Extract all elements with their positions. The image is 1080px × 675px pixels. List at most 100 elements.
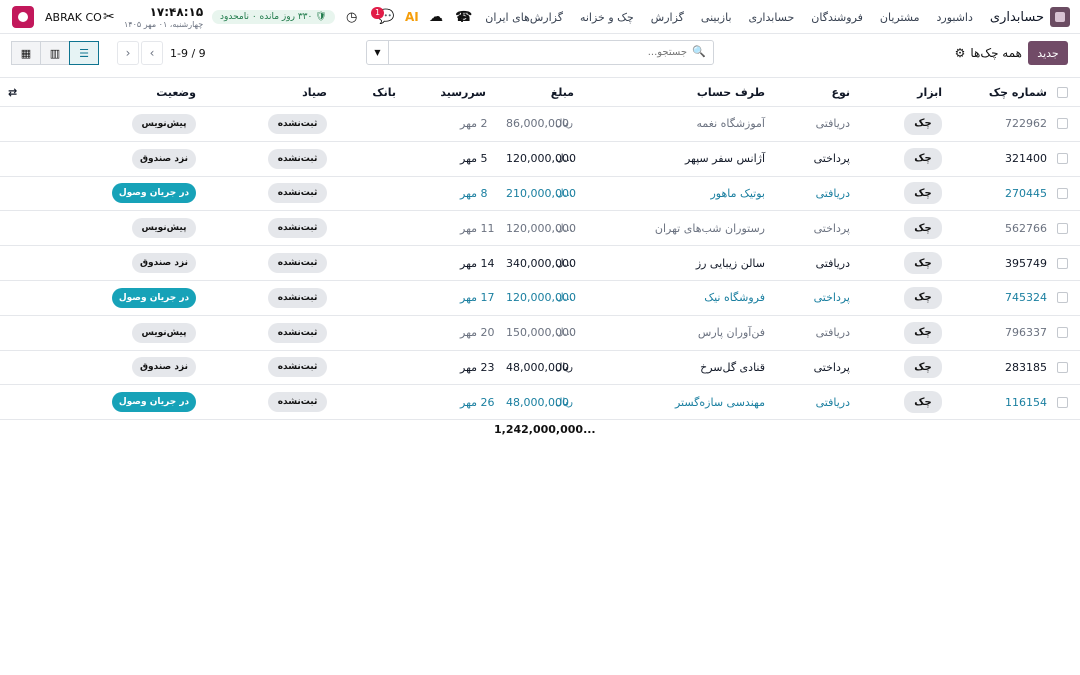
status-badge[interactable]: در جریان وصول xyxy=(112,287,196,308)
search-input[interactable] xyxy=(397,43,687,62)
cheque-number: 796337 xyxy=(1005,326,1047,340)
menu-item-reports[interactable]: گزارش xyxy=(651,11,684,24)
menu-item-dashboard[interactable]: داشبورد xyxy=(937,11,973,24)
row-checkbox[interactable] xyxy=(1057,257,1068,269)
sayad-status-badge[interactable]: ثبت‌نشده xyxy=(268,322,327,343)
list-view-button[interactable]: ☰ xyxy=(69,41,99,65)
pager-value[interactable]: 1-9 / 9 xyxy=(170,41,206,65)
row-select-cell[interactable] xyxy=(1057,246,1068,280)
sayad-status-badge[interactable]: ثبت‌نشده xyxy=(268,218,327,239)
counterparty: مهندسی سازه‌گستر xyxy=(674,395,765,409)
select-all-checkbox[interactable] xyxy=(1057,86,1068,98)
company-logo[interactable] xyxy=(12,0,34,34)
sayad-status-badge[interactable]: ثبت‌نشده xyxy=(268,113,327,134)
menu-item-accounting[interactable]: حسابداری xyxy=(749,11,795,24)
timer-icon[interactable]: ◷ xyxy=(346,0,357,34)
row-checkbox[interactable] xyxy=(1057,327,1068,339)
row-select-cell[interactable] xyxy=(1057,211,1068,245)
row-checkbox[interactable] xyxy=(1057,153,1068,165)
cheque-tool-button[interactable]: چک xyxy=(904,217,942,240)
status-badge[interactable]: نزد صندوق xyxy=(132,148,196,169)
table-row[interactable]: 270445 چک دریافتی بوتیک ماهور ...ل 210,0… xyxy=(0,177,1080,212)
new-button[interactable]: جدید xyxy=(1028,41,1068,65)
col-due[interactable]: سررسید xyxy=(440,78,486,106)
col-status[interactable]: وضعیت xyxy=(156,78,196,106)
col-amount[interactable]: مبلغ xyxy=(551,78,574,106)
row-select-cell[interactable] xyxy=(1057,107,1068,141)
sayad-status-badge[interactable]: ثبت‌نشده xyxy=(268,183,327,204)
row-checkbox[interactable] xyxy=(1057,187,1068,199)
row-checkbox[interactable] xyxy=(1057,396,1068,408)
status-badge[interactable]: در جریان وصول xyxy=(112,183,196,204)
app-grid-icon[interactable] xyxy=(1050,7,1070,27)
pager-next-button[interactable]: › xyxy=(141,41,163,65)
menu-item-customers[interactable]: مشتریان xyxy=(880,11,920,24)
table-row[interactable]: 722962 چک دریافتی آموزشگاه نغمه ریال 86,… xyxy=(0,107,1080,142)
kanban-view-button[interactable]: ▥ xyxy=(40,41,70,65)
table-row[interactable]: 116154 چک دریافتی مهندسی سازه‌گستر ریال … xyxy=(0,385,1080,421)
row-select-cell[interactable] xyxy=(1057,351,1068,385)
table-row[interactable]: 395749 چک دریافتی سالن زیبایی رز ...ل 34… xyxy=(0,246,1080,281)
sayad-status-badge[interactable]: ثبت‌نشده xyxy=(268,253,327,274)
col-num[interactable]: شماره چک xyxy=(989,78,1047,106)
col-type[interactable]: نوع xyxy=(831,78,850,106)
col-party[interactable]: طرف حساب xyxy=(697,78,765,106)
page-title: همه چک‌ها ⚙ xyxy=(955,41,1022,65)
menu-item-vendors[interactable]: فروشندگان xyxy=(811,11,863,24)
cheque-tool-button[interactable]: چک xyxy=(904,147,942,170)
cloud-icon[interactable]: ☁ xyxy=(429,0,443,34)
column-settings-icon[interactable]: ⇄ xyxy=(8,78,17,106)
sayad-status-badge[interactable]: ثبت‌نشده xyxy=(268,148,327,169)
select-all-cell[interactable] xyxy=(1057,78,1068,106)
row-select-cell[interactable] xyxy=(1057,316,1068,350)
phone-icon[interactable]: ☎ xyxy=(455,0,472,34)
sayad-status-badge[interactable]: ثبت‌نشده xyxy=(268,287,327,308)
col-tool[interactable]: ابزار xyxy=(917,78,942,106)
search-icon[interactable]: 🔍 xyxy=(692,45,706,58)
tool-cell: چک xyxy=(904,281,942,315)
row-checkbox[interactable] xyxy=(1057,118,1068,130)
row-checkbox[interactable] xyxy=(1057,222,1068,234)
status-badge[interactable]: پیش‌نویس xyxy=(132,322,196,343)
cheque-tool-button[interactable]: چک xyxy=(904,252,942,275)
cheque-tool-button[interactable]: چک xyxy=(904,286,942,309)
clock: ۱۷:۴۸:۱۵ چهارشنبه، ۰۱ مهر ۱۴۰۵ xyxy=(124,0,203,34)
sayad-status-badge[interactable]: ثبت‌نشده xyxy=(268,357,327,378)
row-select-cell[interactable] xyxy=(1057,177,1068,211)
cheque-tool-button[interactable]: چک xyxy=(904,391,942,414)
status-badge[interactable]: پیش‌نویس xyxy=(132,113,196,134)
row-select-cell[interactable] xyxy=(1057,281,1068,315)
status-badge[interactable]: نزد صندوق xyxy=(132,253,196,274)
menu-item-cheques[interactable]: چک و خزانه xyxy=(580,11,634,24)
row-select-cell[interactable] xyxy=(1057,142,1068,176)
ai-icon[interactable]: AI xyxy=(405,0,419,34)
cheque-tool-button[interactable]: چک xyxy=(904,182,942,205)
calendar-view-button[interactable]: ▦ xyxy=(11,41,41,65)
col-bank[interactable]: بانک xyxy=(372,78,396,106)
gear-icon[interactable]: ⚙ xyxy=(955,46,966,60)
row-checkbox[interactable] xyxy=(1057,361,1068,373)
cheque-tool-button[interactable]: چک xyxy=(904,356,942,379)
company-name[interactable]: ABRAK CO xyxy=(45,0,102,34)
table-row[interactable]: 283185 چک پرداختی قنادی گل‌سرخ ریال 48,0… xyxy=(0,351,1080,386)
table-row[interactable]: 321400 چک پرداختی آژانس سفر سپهر ...ل 12… xyxy=(0,142,1080,177)
tools-icon[interactable]: ✂ xyxy=(103,0,115,34)
cheque-number: 321400 xyxy=(1005,152,1047,166)
status-badge[interactable]: در جریان وصول xyxy=(112,392,196,413)
status-badge[interactable]: نزد صندوق xyxy=(132,357,196,378)
table-row[interactable]: 745324 چک پرداختی فروشگاه نیک ...ل 120,0… xyxy=(0,281,1080,316)
status-badge[interactable]: پیش‌نویس xyxy=(132,218,196,239)
table-row[interactable]: 562766 چک پرداختی رستوران شب‌های تهران .… xyxy=(0,211,1080,247)
col-sayad[interactable]: صیاد xyxy=(302,78,327,106)
row-checkbox[interactable] xyxy=(1057,292,1068,304)
menu-brand[interactable]: حسابداری xyxy=(990,10,1044,25)
cheque-tool-button[interactable]: چک xyxy=(904,321,942,344)
menu-item-review[interactable]: بازبینی xyxy=(701,11,732,24)
search-options-toggle[interactable]: ▼ xyxy=(367,41,389,64)
pager-prev-button[interactable]: ‹ xyxy=(117,41,139,65)
table-row[interactable]: 796337 چک دریافتی فن‌آوران پارس ...ل 150… xyxy=(0,316,1080,351)
cheque-tool-button[interactable]: چک xyxy=(904,112,942,135)
sayad-status-badge[interactable]: ثبت‌نشده xyxy=(268,392,327,413)
amount: 340,000,000 xyxy=(506,256,576,270)
row-select-cell[interactable] xyxy=(1057,385,1068,419)
